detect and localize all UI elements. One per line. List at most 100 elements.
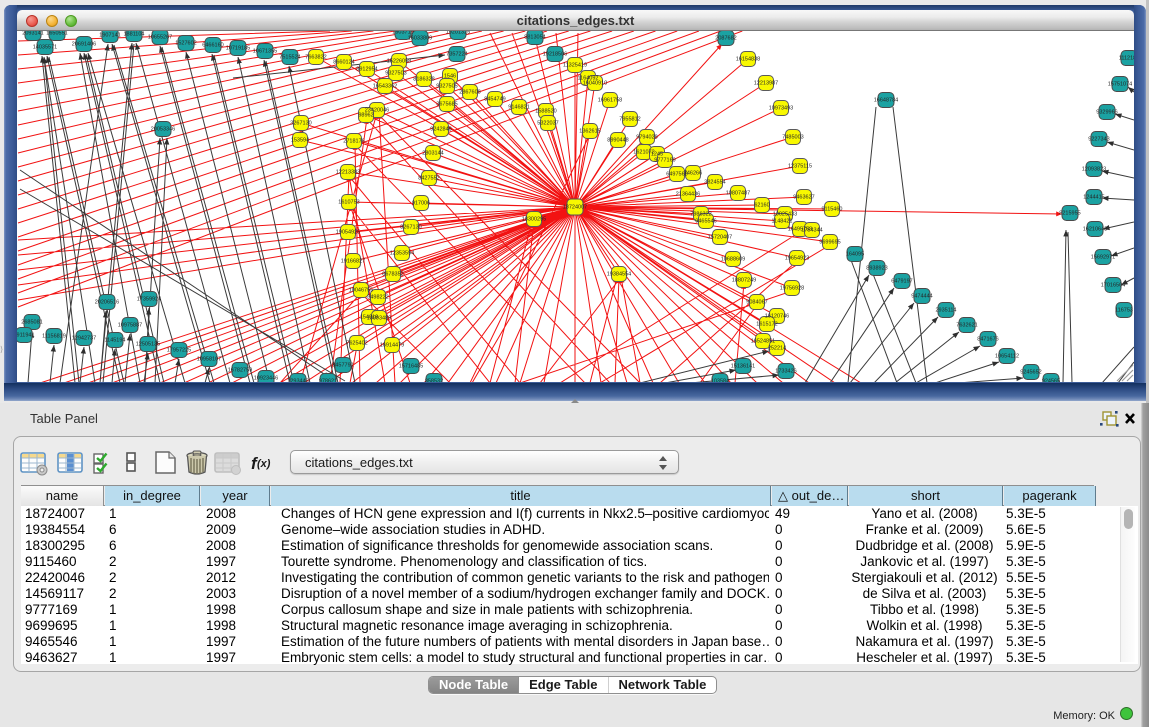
svg-text:98962: 98962 xyxy=(358,113,373,119)
svg-text:8660124: 8660124 xyxy=(333,60,354,66)
svg-text:62160: 62160 xyxy=(754,203,769,209)
svg-text:3498222: 3498222 xyxy=(367,295,388,301)
svg-text:5322037: 5322037 xyxy=(537,121,558,127)
svg-text:858532: 858532 xyxy=(425,379,443,382)
svg-text:15692971: 15692971 xyxy=(1091,255,1115,261)
svg-text:9084067: 9084067 xyxy=(746,300,767,306)
svg-text:12942737: 12942737 xyxy=(72,336,96,342)
svg-text:9115460: 9115460 xyxy=(821,207,842,213)
svg-text:103584: 103584 xyxy=(711,379,729,382)
svg-text:9777169: 9777169 xyxy=(654,158,675,164)
svg-text:116753: 116753 xyxy=(1115,308,1133,314)
svg-text:21364436: 21364436 xyxy=(676,192,700,198)
svg-text:1881104: 1881104 xyxy=(123,32,144,38)
svg-text:10993489: 10993489 xyxy=(367,316,391,322)
svg-text:10688609: 10688609 xyxy=(721,257,745,263)
svg-text:2935114: 2935114 xyxy=(935,308,956,314)
svg-text:164095: 164095 xyxy=(846,252,864,258)
svg-text:1650551: 1650551 xyxy=(46,31,67,37)
svg-text:16210643: 16210643 xyxy=(1083,227,1107,233)
svg-text:6466160: 6466160 xyxy=(202,43,223,49)
svg-text:10807487: 10807487 xyxy=(726,191,750,197)
svg-text:1293446: 1293446 xyxy=(287,379,308,382)
svg-text:1610753: 1610753 xyxy=(338,200,359,206)
svg-text:153594: 153594 xyxy=(291,138,309,144)
svg-text:7485003: 7485003 xyxy=(782,135,803,141)
svg-text:1615172: 1615172 xyxy=(756,322,777,328)
svg-text:15226058: 15226058 xyxy=(387,59,411,65)
svg-text:1527602: 1527602 xyxy=(175,41,196,47)
svg-text:7663822: 7663822 xyxy=(305,55,326,61)
svg-text:12213987: 12213987 xyxy=(754,81,778,87)
svg-text:9327505: 9327505 xyxy=(436,84,457,90)
svg-text:20206516: 20206516 xyxy=(95,300,119,306)
svg-text:11156819: 11156819 xyxy=(42,334,66,340)
svg-text:(x): (x) xyxy=(257,458,271,470)
svg-text:8427552: 8427552 xyxy=(418,176,439,182)
svg-text:15720407: 15720407 xyxy=(708,235,732,241)
svg-text:16914479: 16914479 xyxy=(380,343,404,349)
svg-text:19384554: 19384554 xyxy=(607,272,631,278)
svg-text:16120746: 16120746 xyxy=(765,314,789,320)
svg-text:16154838: 16154838 xyxy=(736,57,760,63)
svg-text:18300295: 18300295 xyxy=(522,217,546,223)
svg-text:10973493: 10973493 xyxy=(769,106,793,112)
svg-text:12213383: 12213383 xyxy=(336,170,360,176)
svg-text:8267130: 8267130 xyxy=(400,225,421,231)
svg-text:10655267: 10655267 xyxy=(148,35,172,41)
svg-text:10654112: 10654112 xyxy=(995,354,1019,360)
svg-text:1754344: 1754344 xyxy=(801,228,822,234)
svg-text:10975887: 10975887 xyxy=(118,323,142,329)
svg-text:252214: 252214 xyxy=(768,346,786,352)
svg-text:6479197: 6479197 xyxy=(891,279,912,285)
svg-text:10025433: 10025433 xyxy=(773,212,797,218)
svg-text:1588520: 1588520 xyxy=(535,109,556,115)
svg-text:9245652: 9245652 xyxy=(1020,370,1041,376)
svg-text:12505135: 12505135 xyxy=(136,342,160,348)
svg-text:9327503: 9327503 xyxy=(385,71,406,77)
svg-text:17359924: 17359924 xyxy=(137,297,161,303)
svg-text:1546: 1546 xyxy=(444,74,456,80)
svg-text:2093141: 2093141 xyxy=(22,31,43,37)
svg-text:19756928: 19756928 xyxy=(780,286,804,292)
svg-text:8912954: 8912954 xyxy=(356,67,377,73)
svg-text:1148421: 1148421 xyxy=(771,219,792,225)
svg-text:18807249: 18807249 xyxy=(732,278,756,284)
svg-text:10719185: 10719185 xyxy=(226,46,250,52)
svg-text:924565: 924565 xyxy=(1042,379,1060,382)
svg-text:8938923: 8938923 xyxy=(866,266,887,272)
svg-text:8990448: 8990448 xyxy=(607,138,628,144)
svg-text:10671355: 10671355 xyxy=(253,49,277,55)
svg-text:19201325: 19201325 xyxy=(446,31,470,36)
svg-text:9146821: 9146821 xyxy=(508,105,529,111)
svg-text:1112183: 1112183 xyxy=(1119,56,1134,62)
svg-text:16033809: 16033809 xyxy=(408,36,432,42)
svg-text:12093823: 12093823 xyxy=(1082,167,1106,173)
svg-text:2867608: 2867608 xyxy=(459,90,480,96)
svg-text:3824554: 3824554 xyxy=(704,180,725,186)
svg-text:1733426: 1733426 xyxy=(775,369,796,375)
svg-text:8454749: 8454749 xyxy=(484,97,505,103)
svg-text:917006: 917006 xyxy=(412,201,430,207)
svg-text:1907141: 1907141 xyxy=(99,33,120,39)
svg-text:1145194: 1145194 xyxy=(104,338,125,344)
svg-text:7515524: 7515524 xyxy=(279,55,300,61)
svg-text:9242848: 9242848 xyxy=(430,127,451,133)
svg-text:2685081: 2685081 xyxy=(21,320,42,326)
svg-text:10046755: 10046755 xyxy=(349,288,373,294)
svg-text:12353594: 12353594 xyxy=(390,251,414,257)
svg-text:16782759: 16782759 xyxy=(228,368,252,374)
svg-text:16961758: 16961758 xyxy=(598,98,622,104)
svg-text:14035571: 14035571 xyxy=(33,45,57,51)
svg-text:7986322: 7986322 xyxy=(690,212,711,218)
svg-text:19654923: 19654923 xyxy=(785,256,809,262)
svg-text:746266: 746266 xyxy=(684,171,702,177)
svg-text:1362615: 1362615 xyxy=(579,129,600,135)
svg-text:2718176: 2718176 xyxy=(343,139,364,145)
svg-text:18724007: 18724007 xyxy=(563,205,587,211)
svg-text:1244415: 1244415 xyxy=(1083,195,1104,201)
svg-text:9699695: 9699695 xyxy=(819,240,840,246)
svg-text:20691406: 20691406 xyxy=(72,42,96,48)
svg-text:9465546: 9465546 xyxy=(695,219,716,225)
svg-text:10958107: 10958107 xyxy=(197,357,221,363)
